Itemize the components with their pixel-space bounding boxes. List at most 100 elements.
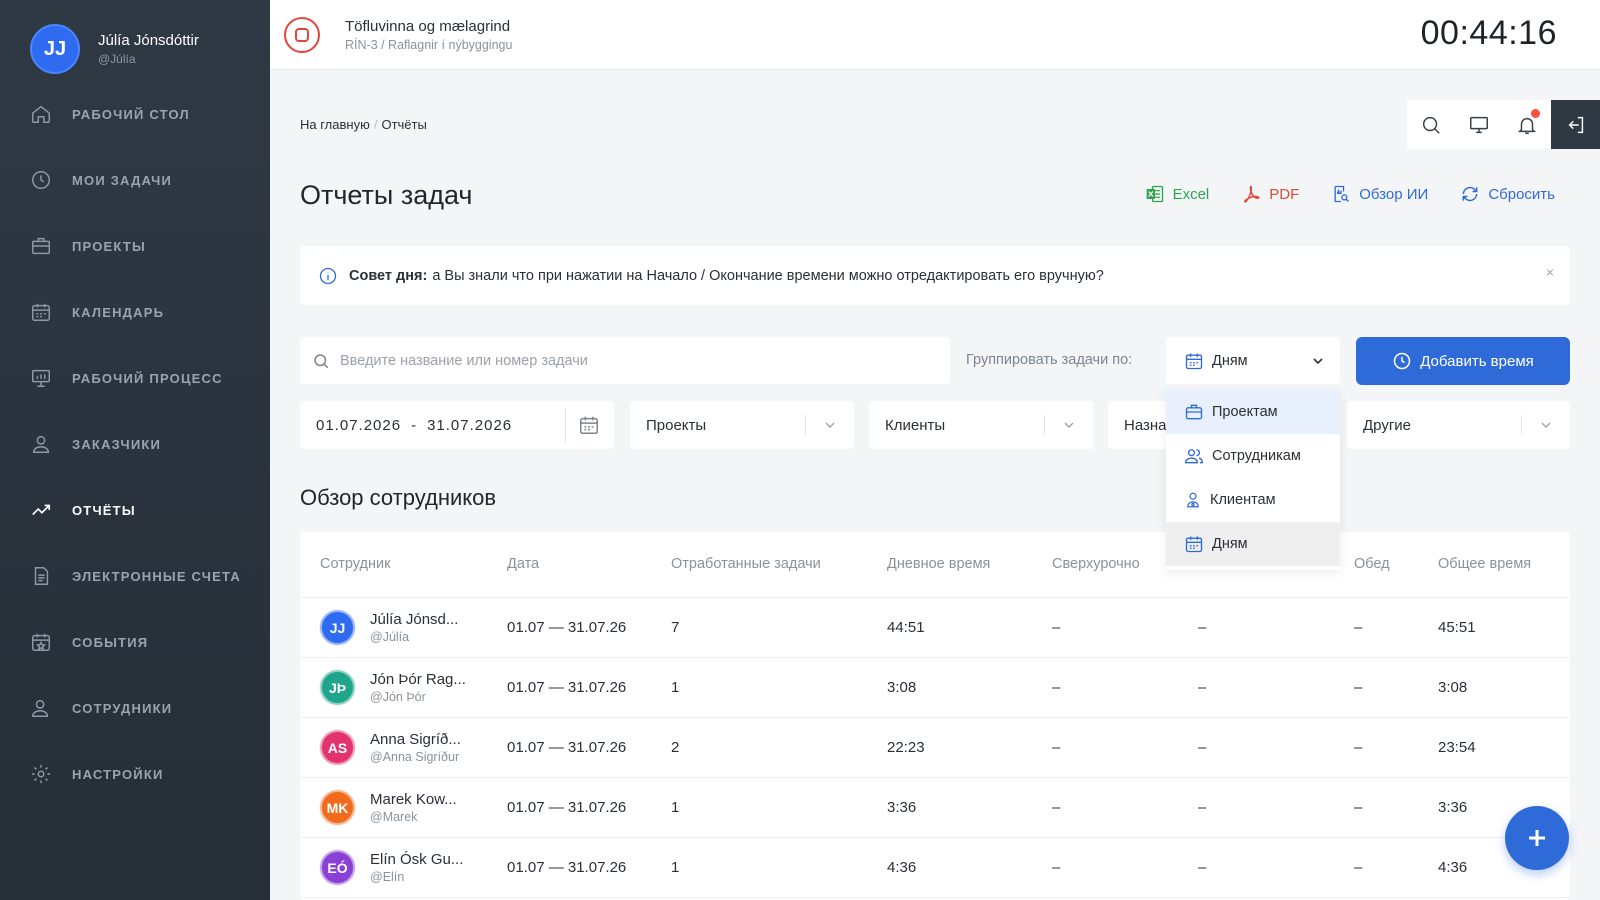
group-by-option-employees[interactable]: Сотрудникам (1166, 434, 1340, 478)
divider (1044, 415, 1045, 435)
reset-button[interactable]: Сбросить (1460, 184, 1555, 204)
sidebar-item-label: КАЛЕНДАРЬ (72, 304, 165, 320)
other-filter[interactable]: Другие (1347, 401, 1570, 449)
calendar-icon (32, 303, 50, 321)
overtime-cell: – (1052, 619, 1061, 636)
sidebar-item-calendar[interactable]: КАЛЕНДАРЬ (0, 279, 270, 345)
day-time-cell: 44:51 (887, 619, 925, 636)
active-task-project: RÍN-3 / Raflagnir í nýbyggingu (345, 38, 513, 52)
breadcrumb-home[interactable]: На главную (300, 117, 370, 132)
ai-label: Обзор ИИ (1359, 185, 1429, 203)
ai-overview-button[interactable]: Обзор ИИ (1331, 184, 1428, 204)
add-time-button[interactable]: Добавить время (1356, 337, 1570, 385)
date-cell: 01.07 — 31.07.26 (507, 619, 627, 636)
user-profile[interactable]: JJ Júlía Jónsdóttir @Júlía (30, 24, 199, 74)
column-header[interactable]: Отработанные задачи (671, 556, 821, 572)
tasks-cell: 1 (671, 799, 680, 816)
logout-icon (1568, 116, 1583, 133)
close-tip-button[interactable]: × (1546, 264, 1554, 280)
group-by-option-projects[interactable]: Проектам (1166, 390, 1340, 434)
sidebar-item-employees[interactable]: СОТРУДНИКИ (0, 675, 270, 741)
employee-cell: AS Anna Sigríð... @Anna Sigríður (320, 730, 461, 765)
column-header[interactable]: Дневное время (887, 556, 990, 572)
column-header[interactable]: Сверхурочно (1052, 556, 1140, 572)
export-pdf-button[interactable]: PDF (1241, 184, 1299, 204)
total-time-cell: 45:51 (1438, 619, 1476, 636)
employee-cell: MK Marek Kow... @Marek (320, 790, 457, 825)
sidebar-item-label: ЭЛЕКТРОННЫЕ СЧЕТА (72, 568, 241, 584)
group-by-dropdown: Проектам Сотрудникам Клиентам Дням (1166, 390, 1340, 570)
sidebar-item-events[interactable]: СОБЫТИЯ (0, 609, 270, 675)
table-header: Сотрудник Дата Отработанные задачи Дневн… (300, 532, 1570, 598)
table-row[interactable]: JJ Júlía Jónsd... @Júlía 01.07 — 31.07.26… (300, 598, 1570, 658)
column-header[interactable]: Сотрудник (320, 556, 390, 572)
presentation-icon (32, 369, 50, 387)
table-row[interactable]: MK Marek Kow... @Marek 01.07 — 31.07.26 1… (300, 778, 1570, 838)
employee-cell: JJ Júlía Jónsd... @Júlía (320, 610, 458, 645)
notifications-button[interactable] (1503, 100, 1551, 149)
clients-filter-label: Клиенты (885, 416, 946, 434)
group-by-option-clients[interactable]: Клиентам (1166, 478, 1340, 522)
table-row[interactable]: AS Anna Sigríð... @Anna Sigríður 01.07 — … (300, 718, 1570, 778)
date-range-picker[interactable]: 01.07.2026 - 31.07.2026 (300, 401, 614, 449)
table-row[interactable]: EÓ Elín Ósk Gu... @Elín 01.07 — 31.07.26 … (300, 838, 1570, 898)
overtime-cell: – (1052, 859, 1061, 876)
total-time-cell: 23:54 (1438, 739, 1476, 756)
add-fab-button[interactable] (1505, 806, 1569, 870)
employee-name: Elín Ósk Gu... (370, 851, 464, 868)
option-label: Клиентам (1210, 492, 1276, 508)
day-time-cell: 4:36 (887, 859, 917, 876)
date-cell: 01.07 — 31.07.26 (507, 739, 627, 756)
sidebar-item-label: ПРОЕКТЫ (72, 238, 146, 254)
tip-of-day-banner: Совет дня: а Вы знали что при нажатии на… (300, 246, 1570, 305)
date-cell: 01.07 — 31.07.26 (507, 859, 627, 876)
table-row[interactable]: JÞ Jón Þór Rag... @Jón Þór 01.07 — 31.07.… (300, 658, 1570, 718)
stop-timer-button[interactable] (284, 17, 320, 53)
search-input[interactable] (340, 352, 920, 369)
divider (1521, 415, 1522, 435)
lunch-cell: – (1354, 799, 1363, 816)
employee-handle: @Marek (370, 810, 418, 824)
calendar-icon[interactable] (578, 414, 600, 436)
avatar: JÞ (320, 670, 355, 705)
overtime-cell: – (1052, 799, 1061, 816)
sidebar-item-settings[interactable]: НАСТРОЙКИ (0, 741, 270, 807)
clients-filter[interactable]: Клиенты (869, 401, 1093, 449)
screen-button[interactable] (1455, 100, 1503, 149)
total-time-cell: 3:36 (1438, 799, 1468, 816)
sidebar-item-label: ОТЧЁТЫ (72, 502, 136, 518)
date-cell: 01.07 — 31.07.26 (507, 799, 627, 816)
projects-filter[interactable]: Проекты (630, 401, 854, 449)
avatar: JJ (320, 610, 355, 645)
sidebar-item-reports[interactable]: ОТЧЁТЫ (0, 477, 270, 543)
sidebar-item-my-tasks[interactable]: МОИ ЗАДАЧИ (0, 147, 270, 213)
employee-handle: @Anna Sigríður (370, 750, 460, 764)
group-by-select[interactable]: Дням (1166, 337, 1340, 384)
avatar[interactable]: JJ (30, 24, 80, 74)
day-time-cell: 3:08 (887, 679, 917, 696)
sidebar-item-invoices[interactable]: ЭЛЕКТРОННЫЕ СЧЕТА (0, 543, 270, 609)
search-button[interactable] (1407, 100, 1455, 149)
column-header[interactable]: Обед (1354, 556, 1390, 572)
column-header[interactable]: Общее время (1438, 556, 1531, 572)
briefcase-icon (32, 237, 50, 255)
calendar-icon (1185, 536, 1203, 553)
page-title: Отчеты задач (300, 180, 473, 210)
sidebar-item-projects[interactable]: ПРОЕКТЫ (0, 213, 270, 279)
hidden-column-cell: – (1198, 739, 1207, 756)
assignment-filter[interactable]: Назна (1108, 401, 1168, 449)
group-by-option-days[interactable]: Дням (1166, 522, 1340, 566)
briefcase-icon (1185, 404, 1203, 420)
sidebar-item-workflow[interactable]: РАБОЧИЙ ПРОЦЕСС (0, 345, 270, 411)
chevron-down-icon (825, 422, 835, 428)
logout-button[interactable] (1551, 100, 1600, 149)
sidebar-item-label: ЗАКАЗЧИКИ (72, 436, 162, 452)
sidebar-item-customers[interactable]: ЗАКАЗЧИКИ (0, 411, 270, 477)
employee-handle: @Jón Þór (370, 690, 426, 704)
column-header[interactable]: Дата (507, 556, 539, 572)
timer: 00:44:16 (1420, 14, 1557, 52)
sidebar-item-dashboard[interactable]: РАБОЧИЙ СТОЛ (0, 81, 270, 147)
tip-label: Совет дня: (349, 267, 428, 284)
monitor-icon (1470, 116, 1488, 133)
export-excel-button[interactable]: Excel (1145, 184, 1209, 204)
